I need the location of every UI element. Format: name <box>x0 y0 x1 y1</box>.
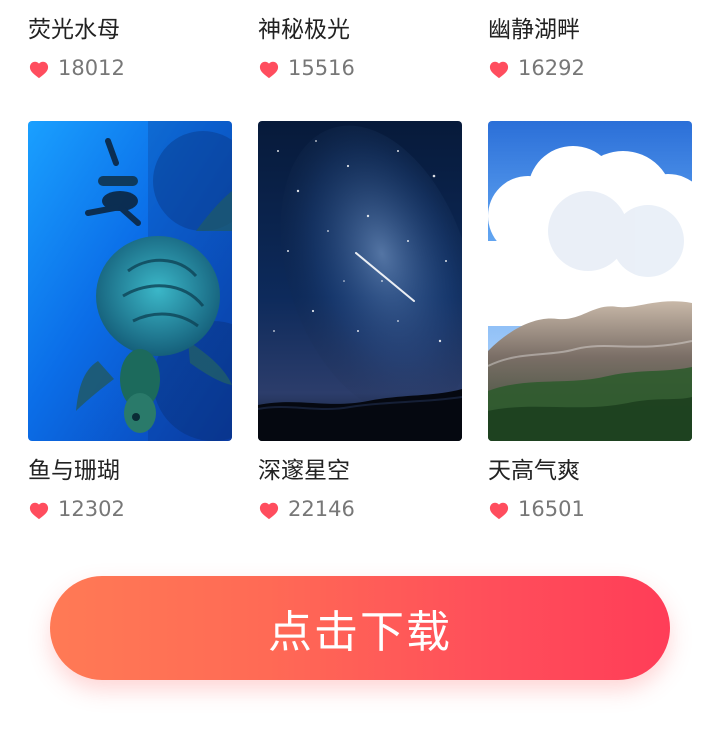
sea-turtle-image <box>28 121 232 441</box>
card-title: 鱼与珊瑚 <box>28 458 120 484</box>
gallery-card-top-2[interactable]: 神秘极光 15516 <box>258 19 462 79</box>
download-button[interactable]: 点击下载 <box>50 576 670 680</box>
gallery-card-top-1[interactable]: 荧光水母 18012 <box>28 19 232 79</box>
card-title: 幽静湖畔 <box>488 17 580 43</box>
card-title: 天高气爽 <box>488 458 580 484</box>
gallery-card-deep-starry-sky[interactable]: 深邃星空 22146 <box>258 121 462 520</box>
like-count: 16501 <box>488 499 692 520</box>
wallpaper-thumbnail[interactable] <box>258 121 462 441</box>
wallpaper-thumbnail[interactable] <box>28 121 232 441</box>
wallpaper-thumbnail[interactable] <box>488 121 692 441</box>
heart-icon[interactable] <box>28 59 50 79</box>
gallery-card-clear-sky[interactable]: 天高气爽 16501 <box>488 121 692 520</box>
like-count: 16292 <box>488 58 692 79</box>
like-count-value: 16501 <box>518 497 585 521</box>
card-title: 深邃星空 <box>258 458 350 484</box>
like-count-value: 12302 <box>58 497 125 521</box>
download-button-label: 点击下载 <box>268 608 452 657</box>
like-count-value: 22146 <box>288 497 355 521</box>
heart-icon[interactable] <box>28 500 50 520</box>
like-count-value: 18012 <box>58 56 125 80</box>
heart-icon[interactable] <box>258 59 280 79</box>
heart-icon[interactable] <box>488 59 510 79</box>
like-count: 15516 <box>258 58 462 79</box>
heart-icon[interactable] <box>258 500 280 520</box>
like-count: 18012 <box>28 58 232 79</box>
like-count: 22146 <box>258 499 462 520</box>
gallery-card-fish-coral[interactable]: 鱼与珊瑚 12302 <box>28 121 232 520</box>
card-title: 荧光水母 <box>28 17 120 43</box>
starry-sky-image <box>258 121 462 441</box>
like-count-value: 15516 <box>288 56 355 80</box>
gallery-card-top-3[interactable]: 幽静湖畔 16292 <box>488 19 692 79</box>
like-count-value: 16292 <box>518 56 585 80</box>
card-title: 神秘极光 <box>258 17 350 43</box>
mountain-clouds-image <box>488 121 692 441</box>
like-count: 12302 <box>28 499 232 520</box>
heart-icon[interactable] <box>488 500 510 520</box>
wallpaper-gallery-page: 荧光水母 18012 神秘极光 15516 幽静湖畔 16292 鱼与珊瑚 12… <box>0 0 720 730</box>
